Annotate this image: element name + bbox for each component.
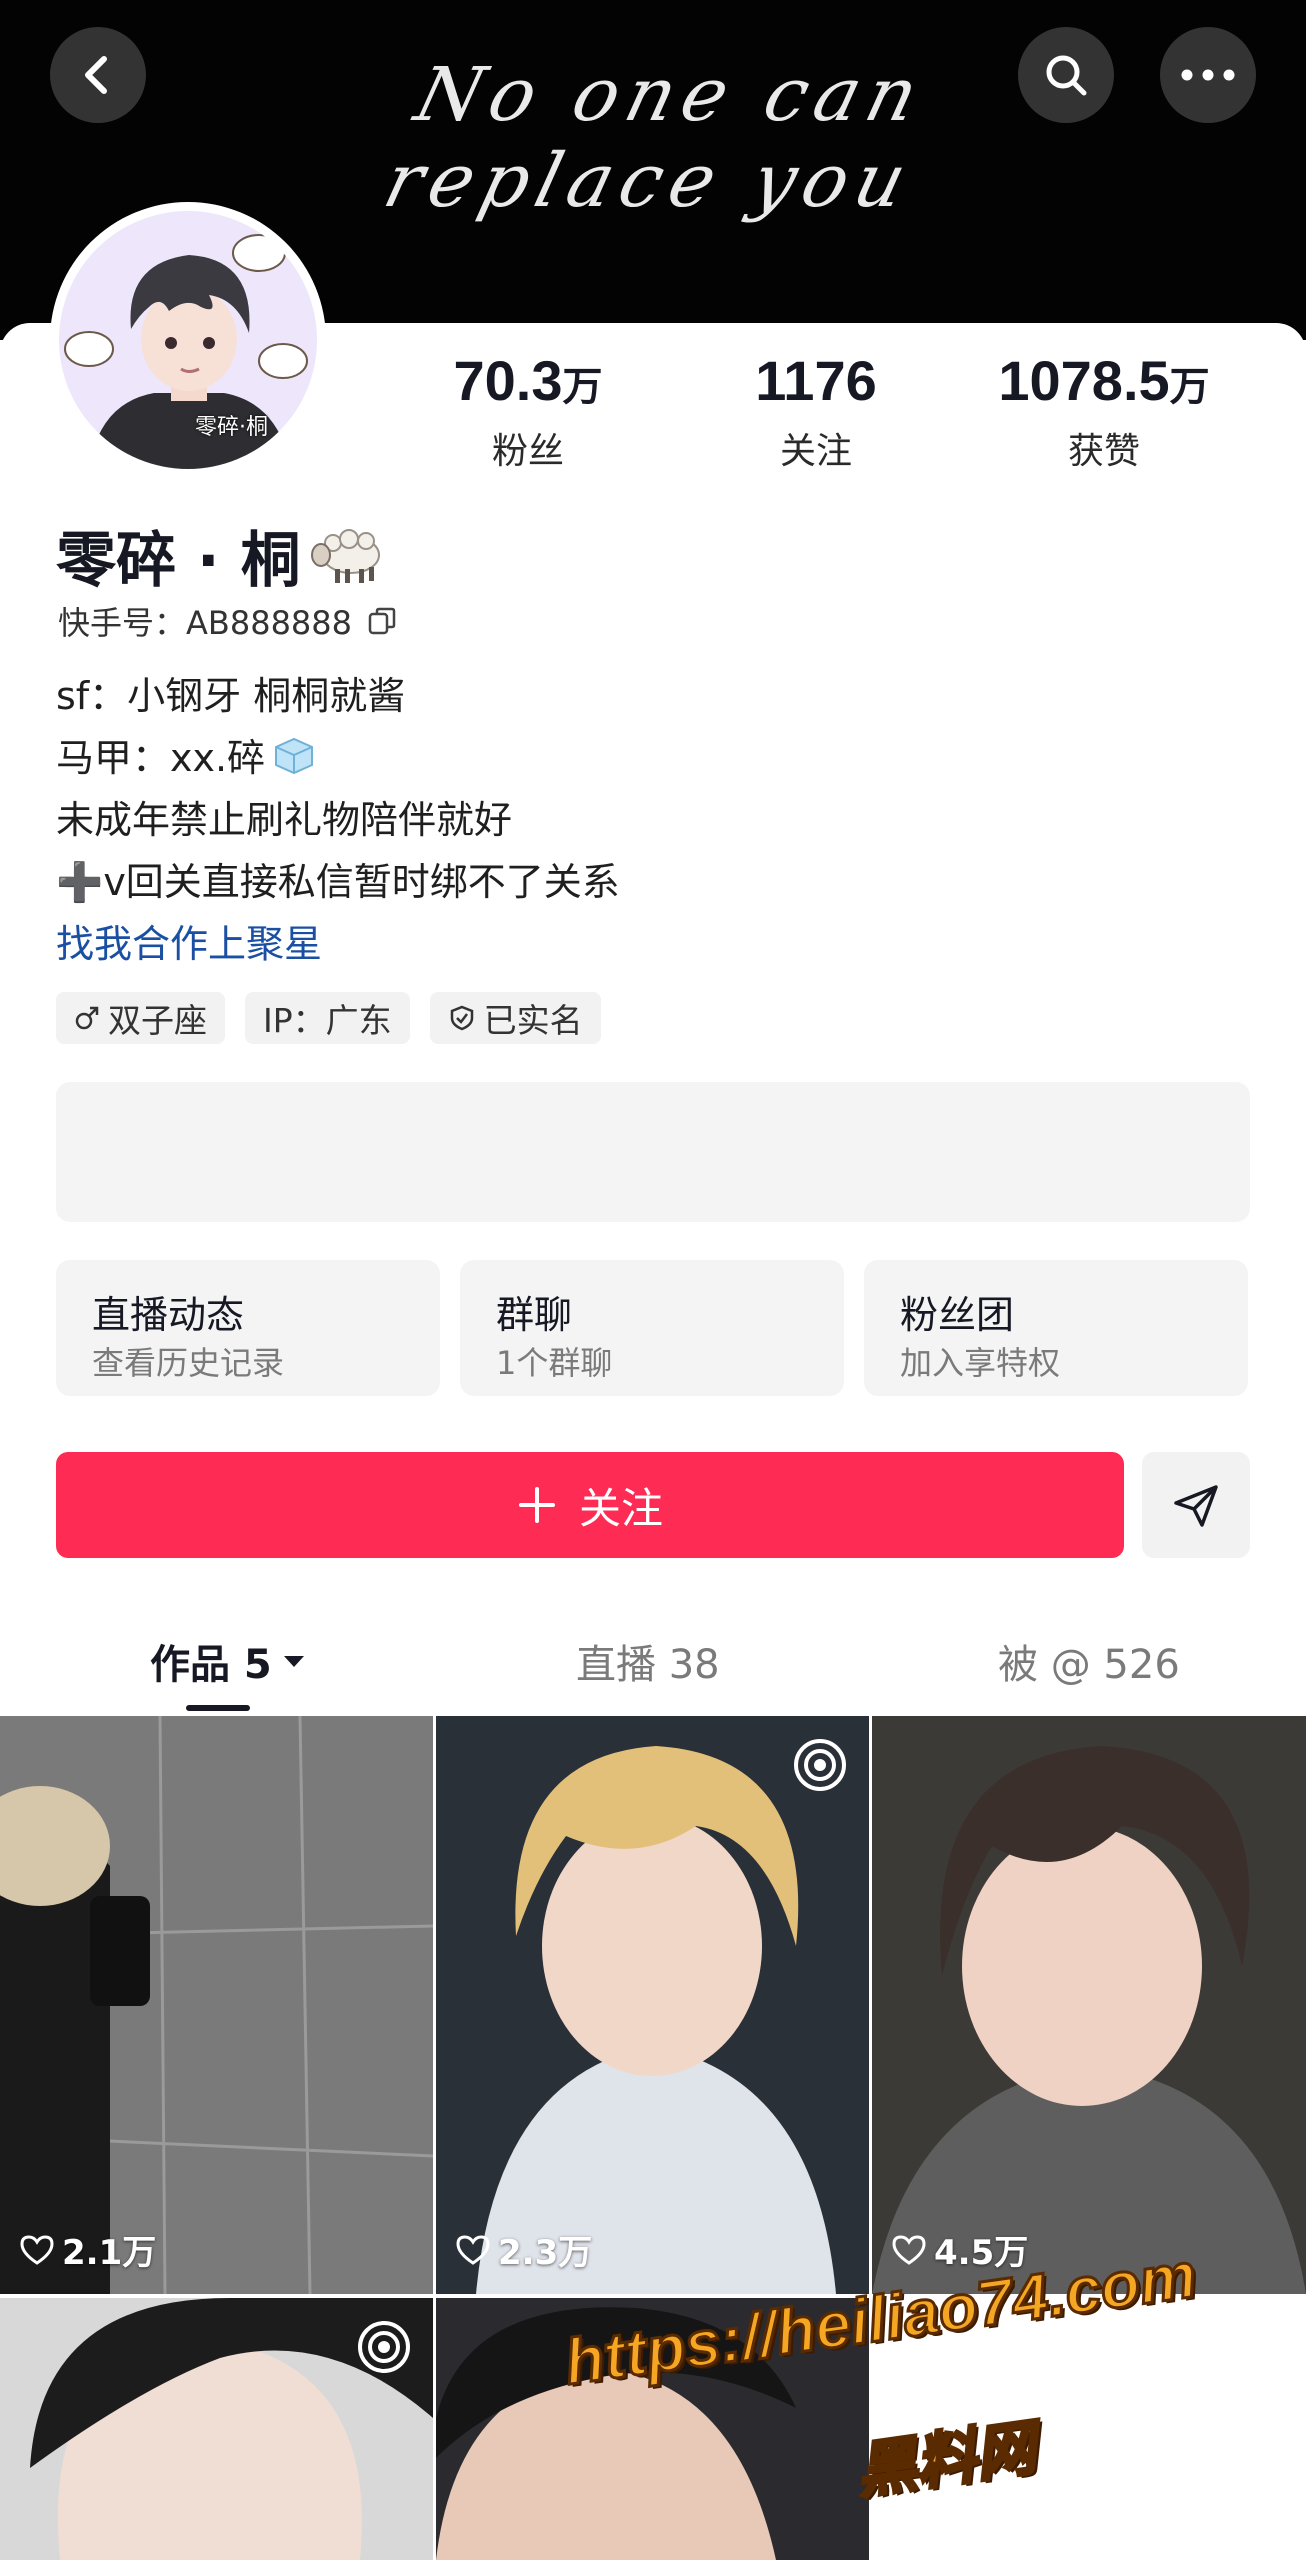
post-1-likes-value: 2.1万 xyxy=(62,2233,157,2273)
post-3-photo xyxy=(872,1716,1306,2294)
search-button[interactable] xyxy=(1018,27,1114,123)
avatar-caption: 零碎·桐 xyxy=(195,415,268,440)
bio-line-2: 马甲：xx.碎 xyxy=(56,736,266,780)
follow-button-label: 关注 xyxy=(578,1483,663,1533)
cover-script-text: No one can replace you xyxy=(375,52,935,224)
heart-icon xyxy=(892,2234,926,2265)
follow-button[interactable]: 关注 xyxy=(56,1452,1124,1558)
back-button[interactable] xyxy=(50,27,146,123)
post-tile-4[interactable] xyxy=(0,2298,433,2560)
stat-following[interactable]: 1176 关注 xyxy=(696,350,936,474)
more-button[interactable] xyxy=(1160,27,1256,123)
card-fan-club-sub: 加入享特权 xyxy=(900,1344,1061,1382)
tab-works[interactable]: 作品 5 xyxy=(150,1632,306,1690)
tab-live[interactable]: 直播 38 xyxy=(576,1632,720,1690)
stat-likes-value: 1078.5 xyxy=(998,349,1170,412)
verified-icon xyxy=(450,1005,473,1031)
bio-line-3: 未成年禁止刷礼物陪伴就好 xyxy=(56,798,513,842)
ice-cube-icon xyxy=(275,737,314,774)
kuaishou-id: 快手号：AB888888 xyxy=(58,604,353,642)
post-2-likes-value: 2.3万 xyxy=(498,2233,593,2273)
tag-zodiac: 双子座 xyxy=(56,992,225,1044)
dropdown-icon xyxy=(283,1656,304,1667)
card-group-chat[interactable]: 群聊 1个群聊 xyxy=(460,1260,844,1396)
avatar-illustration: 零碎·桐 xyxy=(59,211,317,469)
card-fan-club[interactable]: 粉丝团 加入享特权 xyxy=(864,1260,1248,1396)
card-group-chat-title: 群聊 xyxy=(496,1293,573,1337)
empty-info-card xyxy=(56,1082,1250,1222)
post-1-likes: 2.1万 xyxy=(20,2225,156,2274)
plus-icon xyxy=(518,1487,555,1523)
card-live-history-title: 直播动态 xyxy=(92,1293,245,1337)
post-tile-2[interactable]: 2.3万 xyxy=(436,1716,869,2294)
stat-fans-value: 70.3 xyxy=(453,349,563,412)
stat-following-label: 关注 xyxy=(779,431,852,472)
heart-icon xyxy=(456,2234,490,2265)
tag-verified-label: 已实名 xyxy=(483,1001,583,1040)
sheep-emoji-icon xyxy=(310,528,380,583)
stat-likes[interactable]: 1078.5万 获赞 xyxy=(984,350,1224,474)
tag-zodiac-label: 双子座 xyxy=(108,1001,207,1040)
more-icon xyxy=(1181,69,1235,81)
male-icon xyxy=(75,1006,99,1030)
tab-works-label: 作品 5 xyxy=(150,1642,272,1688)
bio-line-4: ➕v回关直接私信暂时绑不了关系 xyxy=(56,860,620,904)
avatar[interactable]: 零碎·桐 xyxy=(50,202,326,478)
tag-ip: IP：广东 xyxy=(245,992,410,1044)
collab-link[interactable]: 找我合作上聚星 xyxy=(56,913,322,968)
tag-verified: 已实名 xyxy=(429,992,601,1044)
stat-fans[interactable]: 70.3万 粉丝 xyxy=(408,350,648,474)
card-live-history-sub: 查看历史记录 xyxy=(92,1344,285,1382)
live-icon xyxy=(794,1739,846,1791)
stat-likes-unit: 万 xyxy=(1169,365,1210,409)
tab-active-indicator xyxy=(186,1705,250,1711)
card-live-history[interactable]: 直播动态 查看历史记录 xyxy=(56,1260,440,1396)
card-group-chat-sub: 1个群聊 xyxy=(496,1344,613,1382)
stat-fans-unit: 万 xyxy=(562,365,603,409)
stat-likes-label: 获赞 xyxy=(1067,431,1140,472)
post-2-photo xyxy=(436,1716,869,2294)
live-icon xyxy=(358,2321,410,2373)
card-fan-club-title: 粉丝团 xyxy=(900,1293,1015,1337)
heart-icon xyxy=(20,2234,54,2265)
post-tile-3[interactable]: 4.5万 xyxy=(872,1716,1306,2294)
tab-mentions[interactable]: 被 @ 526 xyxy=(998,1632,1180,1690)
stat-following-value: 1176 xyxy=(755,349,877,412)
bio-line-1: sf：小钢牙 桐桐就酱 xyxy=(56,674,406,718)
tag-ip-label: IP：广东 xyxy=(263,1001,392,1040)
stat-fans-label: 粉丝 xyxy=(491,431,564,472)
kuaishou-id-row[interactable]: 快手号：AB888888 xyxy=(58,598,398,644)
profile-name: 零碎 · 桐 xyxy=(56,526,301,596)
message-button[interactable] xyxy=(1142,1452,1250,1558)
back-icon xyxy=(85,56,107,94)
post-2-likes: 2.3万 xyxy=(456,2225,592,2274)
cover-script: No one can replace you xyxy=(230,20,1090,224)
search-icon xyxy=(1046,55,1087,96)
tags-row: 双子座 IP：广东 已实名 xyxy=(56,992,621,1044)
post-1-photo xyxy=(0,1716,433,2294)
send-icon xyxy=(1174,1485,1218,1527)
post-tile-1[interactable]: 2.1万 xyxy=(0,1716,433,2294)
name-row: 零碎 · 桐 xyxy=(56,512,385,599)
bio-line-2-row: 马甲：xx.碎 xyxy=(56,727,317,782)
copy-icon[interactable] xyxy=(366,605,398,637)
